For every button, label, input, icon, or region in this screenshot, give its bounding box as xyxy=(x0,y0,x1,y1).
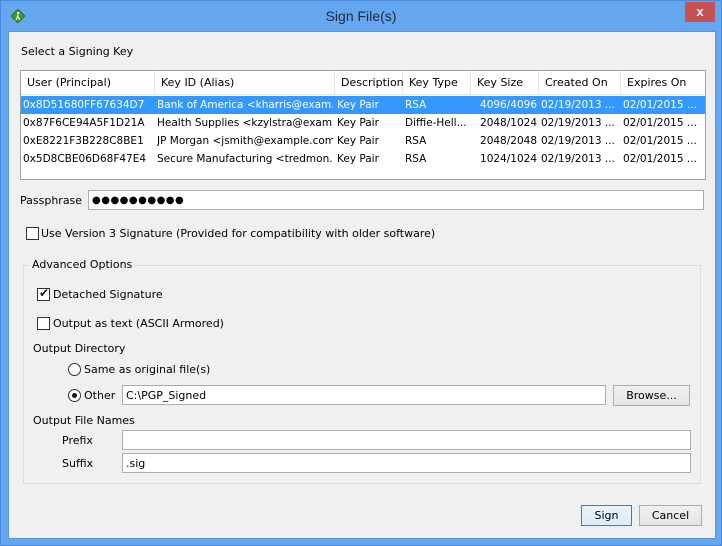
prefix-input[interactable] xyxy=(122,430,691,450)
cell-description: Key Pair xyxy=(337,153,379,165)
version3-label: Use Version 3 Signature (Provided for co… xyxy=(41,227,436,240)
cell-key-size: 2048/1024 xyxy=(480,117,537,129)
cell-key-size: 2048/2048 xyxy=(480,135,537,147)
cell-created-on: 02/19/2013 ... xyxy=(541,135,615,147)
column-header-key-id[interactable]: Key ID (Alias) xyxy=(155,71,335,95)
cell-key-id: Bank of America <kharris@exam... xyxy=(157,99,333,111)
cell-expires-on: 02/01/2015 ... xyxy=(623,135,697,147)
cell-description: Key Pair xyxy=(337,117,379,129)
cell-expires-on: 02/01/2015 ... xyxy=(623,117,697,129)
suffix-label: Suffix xyxy=(62,457,94,470)
cell-key-size: 4096/4096 xyxy=(480,99,537,111)
table-row[interactable]: 0xE8221F3B228C8BE1 JP Morgan <jsmith@exa… xyxy=(21,132,705,150)
table-row[interactable]: 0x8D51680FF67634D7 Bank of America <khar… xyxy=(21,96,705,114)
cell-expires-on: 02/01/2015 ... xyxy=(623,153,697,165)
prefix-label: Prefix xyxy=(62,434,93,447)
column-header-description[interactable]: Description xyxy=(335,71,404,95)
suffix-input[interactable] xyxy=(122,453,691,473)
other-directory-radio[interactable] xyxy=(68,389,81,402)
same-as-original-radio[interactable] xyxy=(68,363,81,376)
other-directory-label: Other xyxy=(84,389,116,402)
select-key-label: Select a Signing Key xyxy=(21,45,134,58)
cell-description: Key Pair xyxy=(337,135,379,147)
table-header: User (Principal) Key ID (Alias) Descript… xyxy=(21,71,705,95)
cell-user: 0x87F6CE94A5F1D21A xyxy=(23,117,145,129)
window-title: Sign File(s) xyxy=(325,8,397,24)
sign-button[interactable]: Sign xyxy=(581,505,632,526)
output-file-names-label: Output File Names xyxy=(33,414,135,427)
column-header-user[interactable]: User (Principal) xyxy=(21,71,155,95)
table-row[interactable]: 0x5D8CBE06D68F47E4 Secure Manufacturing … xyxy=(21,150,705,168)
cell-key-size: 1024/1024 xyxy=(480,153,537,165)
cell-key-id: Secure Manufacturing <tredmon... xyxy=(157,153,333,165)
cell-user: 0x5D8CBE06D68F47E4 xyxy=(23,153,147,165)
close-button[interactable]: x xyxy=(685,2,715,22)
browse-button[interactable]: Browse... xyxy=(613,385,690,406)
cell-key-type: RSA xyxy=(405,135,427,147)
cell-key-type: RSA xyxy=(405,153,427,165)
dialog-content: Select a Signing Key User (Principal) Ke… xyxy=(8,31,716,539)
checkmark-icon: ✔ xyxy=(39,286,50,300)
ascii-armored-checkbox[interactable] xyxy=(37,317,50,330)
output-directory-label: Output Directory xyxy=(33,342,126,355)
cell-created-on: 02/19/2013 ... xyxy=(541,117,615,129)
cell-key-type: Diffie-Hell... xyxy=(405,117,467,129)
cell-expires-on: 02/01/2015 ... xyxy=(623,99,697,111)
ascii-armored-label: Output as text (ASCII Armored) xyxy=(53,317,224,330)
cell-user: 0x8D51680FF67634D7 xyxy=(23,99,145,111)
output-directory-input[interactable] xyxy=(122,385,606,405)
table-row[interactable]: 0x87F6CE94A5F1D21A Health Supplies <kzyl… xyxy=(21,114,705,132)
column-header-created-on[interactable]: Created On xyxy=(539,71,621,95)
column-header-key-size[interactable]: Key Size xyxy=(471,71,539,95)
same-as-original-label: Same as original file(s) xyxy=(84,363,211,376)
detached-signature-checkbox[interactable]: ✔ xyxy=(37,286,50,301)
version3-checkbox[interactable] xyxy=(26,227,39,240)
detached-signature-label: Detached Signature xyxy=(53,288,163,301)
sign-files-dialog: Sign File(s) x Select a Signing Key User… xyxy=(0,0,722,546)
title-bar[interactable]: Sign File(s) x xyxy=(1,1,721,32)
cell-created-on: 02/19/2013 ... xyxy=(541,99,615,111)
radio-selected-dot xyxy=(72,393,77,398)
column-header-expires-on[interactable]: Expires On xyxy=(621,71,705,95)
passphrase-input[interactable] xyxy=(88,190,704,210)
cell-description: Key Pair xyxy=(337,99,379,111)
cell-key-id: Health Supplies <kzylstra@exam... xyxy=(157,117,333,129)
key-table[interactable]: User (Principal) Key ID (Alias) Descript… xyxy=(20,70,706,180)
cell-user: 0xE8221F3B228C8BE1 xyxy=(23,135,144,147)
advanced-options-legend: Advanced Options xyxy=(30,258,135,271)
cancel-button[interactable]: Cancel xyxy=(639,505,702,526)
passphrase-label: Passphrase xyxy=(20,194,83,207)
column-header-key-type[interactable]: Key Type xyxy=(403,71,471,95)
cell-created-on: 02/19/2013 ... xyxy=(541,153,615,165)
cell-key-type: RSA xyxy=(405,99,427,111)
cell-key-id: JP Morgan <jsmith@example.com> xyxy=(157,135,333,147)
